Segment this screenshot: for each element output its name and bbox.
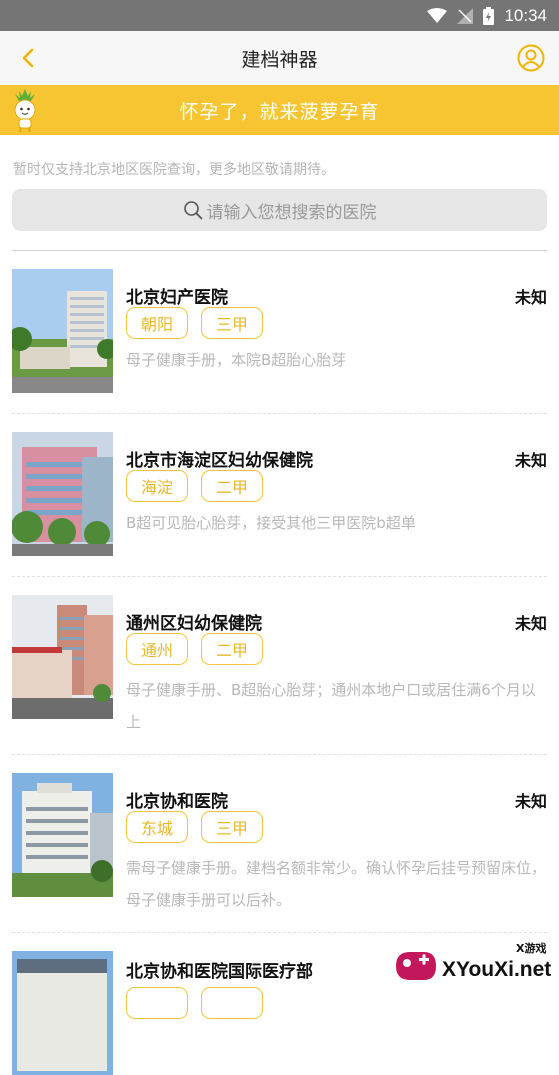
- svg-text:XYouXi.net: XYouXi.net: [442, 958, 551, 981]
- district-tag: [126, 987, 188, 1019]
- archive-status: 未知: [514, 288, 547, 307]
- clock: 10:34: [504, 5, 547, 25]
- hospital-name: 北京协和医院国际医疗部: [126, 962, 313, 982]
- region-notice: 暂时仅支持北京地区医院查询，更多地区敬请期待。: [13, 162, 335, 178]
- banner-slogan: 怀孕了，就来菠萝孕育: [179, 100, 380, 123]
- hospital-name: 通州区妇幼保健院: [126, 614, 262, 634]
- tag-group: 东城 三甲: [126, 811, 263, 843]
- list-item[interactable]: 通州区妇幼保健院 未知 通州 二甲 母子健康手册、B超胎心胎芽；通州本地户口或居…: [12, 577, 547, 755]
- status-bar: 10:34: [0, 0, 559, 31]
- nav-bar: 建档神器: [0, 31, 559, 85]
- archive-status: 未知: [514, 451, 547, 470]
- wifi-icon: [427, 7, 448, 24]
- watermark-logo: XYouXi.net X游戏: [390, 936, 559, 994]
- tag-group: 朝阳 三甲: [126, 307, 263, 339]
- svg-text:X游戏: X游戏: [516, 941, 546, 955]
- district-tag: 朝阳: [126, 307, 188, 339]
- hospital-name: 北京市海淀区妇幼保健院: [126, 451, 313, 471]
- hospital-desc: 需母子健康手册。建档名额非常少。确认怀孕后挂号预留床位，母子健康手册可以后补。: [126, 859, 547, 909]
- hospital-photo: [12, 773, 113, 897]
- hospital-list: 北京妇产医院 未知 朝阳 三甲 母子健康手册，本院B超胎心胎芽 北京市海淀区妇幼…: [0, 251, 559, 1075]
- list-item[interactable]: 北京妇产医院 未知 朝阳 三甲 母子健康手册，本院B超胎心胎芽: [12, 251, 547, 414]
- hospital-desc: 母子健康手册，本院B超胎心胎芽: [126, 351, 347, 369]
- district-tag: 通州: [126, 633, 188, 665]
- hospital-photo: [12, 432, 113, 556]
- pineapple-mascot-icon: [14, 89, 36, 132]
- tag-group: 通州 二甲: [126, 633, 263, 665]
- hospital-photo: [12, 269, 113, 393]
- tag-group: 海淀 二甲: [126, 470, 263, 502]
- tag-group: [126, 987, 263, 1019]
- page-title: 建档神器: [241, 48, 318, 71]
- grade-tag: [201, 987, 263, 1019]
- profile-button[interactable]: [517, 44, 545, 72]
- hospital-photo: [12, 951, 113, 1075]
- district-tag: 东城: [126, 811, 188, 843]
- search-input[interactable]: 请输入您想搜索的医院: [12, 189, 547, 231]
- battery-icon: [483, 6, 495, 25]
- hospital-desc: B超可见胎心胎芽，接受其他三甲医院b超单: [126, 514, 416, 532]
- grade-tag: 三甲: [201, 811, 263, 843]
- user-icon: [517, 44, 545, 72]
- list-item[interactable]: 北京市海淀区妇幼保健院 未知 海淀 二甲 B超可见胎心胎芽，接受其他三甲医院b超…: [12, 414, 547, 577]
- grade-tag: 二甲: [201, 633, 263, 665]
- hospital-photo: [12, 595, 113, 719]
- list-item[interactable]: 北京协和医院 未知 东城 三甲 需母子健康手册。建档名额非常少。确认怀孕后挂号预…: [12, 755, 547, 933]
- hospital-name: 北京妇产医院: [126, 288, 228, 308]
- signal-icon: [457, 7, 474, 24]
- hospital-desc: 母子健康手册、B超胎心胎芽；通州本地户口或居住满6个月以上: [126, 681, 536, 731]
- chevron-left-icon: [22, 48, 34, 68]
- archive-status: 未知: [514, 614, 547, 633]
- search-icon: [183, 201, 202, 220]
- archive-status: 未知: [514, 792, 547, 811]
- grade-tag: 三甲: [201, 307, 263, 339]
- grade-tag: 二甲: [201, 470, 263, 502]
- search-placeholder: 请输入您想搜索的医院: [206, 202, 377, 223]
- promo-banner: 怀孕了，就来菠萝孕育: [0, 85, 559, 135]
- hospital-name: 北京协和医院: [126, 792, 228, 812]
- back-button[interactable]: [14, 44, 42, 72]
- district-tag: 海淀: [126, 470, 188, 502]
